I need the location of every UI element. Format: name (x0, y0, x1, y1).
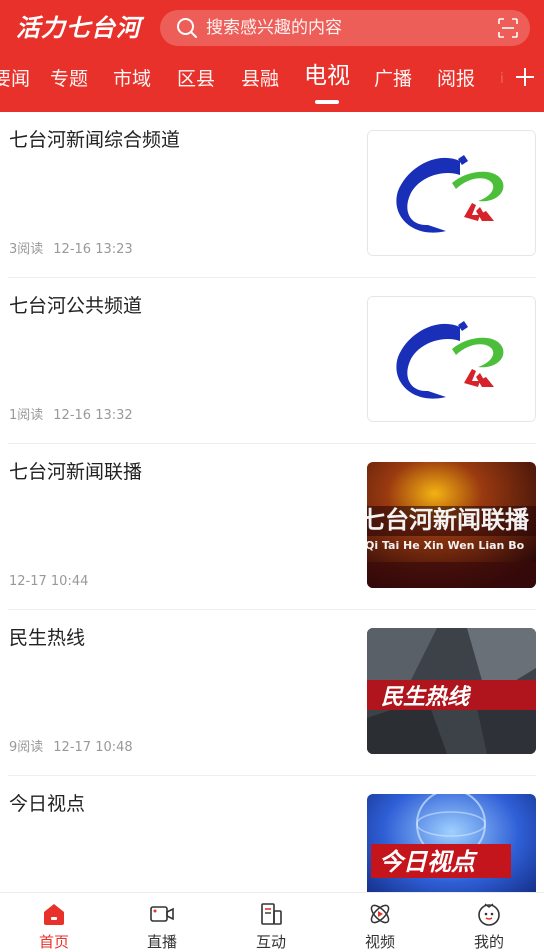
tab-xianrong[interactable]: 县融 (241, 64, 279, 94)
item-meta: 9阅读 12-17 10:48 (9, 740, 133, 756)
bottom-navigation: 首页 直播 互动 视频 我的 (0, 892, 544, 952)
viewpoint-program-thumbnail: 今日视点 (367, 794, 536, 892)
item-title: 七台河新闻联播 (9, 461, 143, 483)
item-title: 民生热线 (9, 627, 86, 649)
viewpoint-program-image: 今日视点 (367, 794, 536, 892)
channel-logo-image (368, 297, 535, 421)
channel-tabs: 要闻 专题 市域 区县 县融 电视 广播 阅报 i (0, 56, 544, 108)
interact-icon (261, 903, 282, 925)
search-icon (177, 18, 197, 38)
nav-home[interactable]: 首页 (0, 893, 108, 952)
tab-shiyu[interactable]: 市域 (113, 64, 151, 94)
add-channel-icon[interactable] (514, 66, 536, 88)
channel-logo-thumbnail (367, 130, 536, 256)
publish-time: 12-16 13:32 (53, 408, 133, 423)
thumb-title-text: 今日视点 (379, 848, 478, 876)
hotline-program-thumbnail: 民生热线 (367, 628, 536, 754)
item-title: 七台河公共频道 (9, 295, 143, 317)
news-list: 七台河新闻综合频道 3阅读 12-16 13:23 七台河公共频道 1阅读 12… (0, 112, 544, 892)
item-meta: 3阅读 12-16 13:23 (9, 242, 133, 258)
nav-interact-label: 互动 (255, 933, 286, 951)
item-meta: 12-17 10:44 (9, 574, 88, 590)
profile-icon (478, 903, 500, 926)
thumb-subtitle-text: Qi Tai He Xin Wen Lian Bo (367, 539, 525, 552)
tab-yaowen[interactable]: 要闻 (0, 64, 30, 94)
publish-time: 12-16 13:23 (53, 242, 133, 257)
list-item[interactable]: 七台河新闻联播 12-17 10:44 七台河新闻联播 Qi Tai He Xi… (8, 444, 536, 610)
home-icon (44, 904, 64, 925)
thumb-title-text: 七台河新闻联播 (367, 506, 530, 534)
nav-profile[interactable]: 我的 (435, 893, 543, 952)
search-placeholder: 搜索感兴趣的内容 (206, 18, 342, 38)
nav-home-label: 首页 (38, 933, 69, 951)
nav-interact[interactable]: 互动 (217, 893, 325, 952)
search-bar[interactable]: 搜索感兴趣的内容 (160, 10, 530, 46)
tab-zhuanti[interactable]: 专题 (50, 64, 88, 94)
publish-time: 12-17 10:44 (9, 574, 89, 589)
tab-guangbo[interactable]: 广播 (374, 64, 412, 94)
list-item[interactable]: 七台河新闻综合频道 3阅读 12-16 13:23 (8, 112, 536, 278)
item-title: 今日视点 (9, 793, 86, 815)
news-program-thumbnail: 七台河新闻联播 Qi Tai He Xin Wen Lian Bo (367, 462, 536, 588)
list-item[interactable]: 民生热线 9阅读 12-17 10:48 民生热线 (8, 610, 536, 776)
read-count: 3阅读 (9, 242, 44, 257)
tab-quxian[interactable]: 区县 (177, 64, 215, 94)
nav-live-label: 直播 (146, 933, 177, 951)
top-header: 活力七台河 搜索感兴趣的内容 要闻 专题 市域 区县 县融 电视 广播 阅报 i (0, 0, 544, 112)
thumb-title-text: 民生热线 (381, 685, 472, 710)
item-title: 七台河新闻综合频道 (9, 129, 181, 151)
video-play-icon (370, 904, 390, 924)
tab-dianshi[interactable]: 电视 (304, 61, 350, 91)
nav-live[interactable]: 直播 (108, 893, 216, 952)
tab-yuebao[interactable]: 阅报 (437, 64, 475, 94)
active-tab-indicator (315, 100, 339, 104)
item-meta: 1阅读 12-16 13:32 (9, 408, 133, 424)
list-item[interactable]: 今日视点 今日视点 (8, 776, 536, 892)
hotline-program-image: 民生热线 (367, 628, 536, 754)
read-count: 1阅读 (9, 408, 44, 423)
read-count: 9阅读 (9, 740, 44, 755)
nav-video-label: 视频 (364, 933, 395, 951)
video-camera-icon (150, 906, 174, 922)
nav-profile-label: 我的 (473, 933, 504, 951)
brand-logo[interactable]: 活力七台河 (16, 11, 141, 45)
scan-icon[interactable] (498, 18, 518, 38)
list-item[interactable]: 七台河公共频道 1阅读 12-16 13:32 (8, 278, 536, 444)
nav-video[interactable]: 视频 (326, 893, 434, 952)
app-screen: 活力七台河 搜索感兴趣的内容 要闻 专题 市域 区县 县融 电视 广播 阅报 i (0, 0, 544, 952)
channel-logo-image (368, 131, 535, 255)
channel-logo-thumbnail (367, 296, 536, 422)
publish-time: 12-17 10:48 (53, 740, 133, 755)
news-program-image: 七台河新闻联播 Qi Tai He Xin Wen Lian Bo (367, 462, 536, 588)
